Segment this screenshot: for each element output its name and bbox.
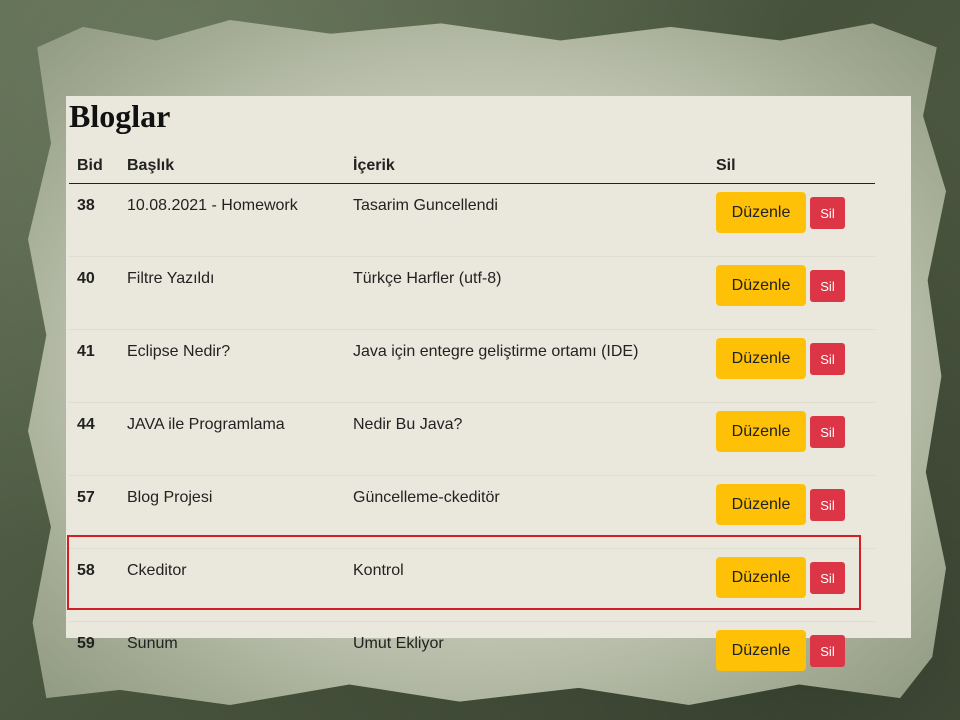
edit-button[interactable]: Düzenle bbox=[716, 265, 806, 306]
row-actions: Düzenle Sil bbox=[708, 622, 875, 695]
row-actions: Düzenle Sil bbox=[708, 548, 875, 622]
row-content: Güncelleme-ckeditör bbox=[345, 475, 708, 549]
table-row: 44 JAVA ile Programlama Nedir Bu Java? Düze… bbox=[69, 402, 875, 476]
table-row: 57 Blog Projesi Güncelleme-ckeditör Düzenle… bbox=[69, 475, 875, 549]
table-row: 59 Sunum Umut Ekliyor Düzenle Sil bbox=[69, 622, 875, 695]
row-bid: 57 bbox=[69, 475, 119, 549]
blog-list-panel: Bloglar Bid Başlık İçerik Sil 38 10.08.20… bbox=[66, 96, 911, 671]
header-content: İçerik bbox=[345, 148, 708, 184]
row-content: Umut Ekliyor bbox=[353, 635, 444, 652]
row-bid: 58 bbox=[69, 548, 119, 622]
table-row: 58 Ckeditor Kontrol Düzenle Sil bbox=[69, 548, 875, 622]
row-bid: 40 bbox=[69, 256, 119, 330]
row-actions: Düzenle Sil bbox=[708, 329, 875, 403]
table-row: 41 Eclipse Nedir? Java için entegre gelişt… bbox=[69, 329, 875, 403]
table-header-row: Bid Başlık İçerik Sil bbox=[69, 148, 875, 184]
row-content: Kontrol bbox=[345, 548, 708, 622]
delete-button[interactable]: Sil bbox=[810, 342, 845, 375]
row-actions: Düzenle Sil bbox=[708, 402, 875, 476]
row-content: Türkçe Harfler (utf-8) bbox=[345, 256, 708, 330]
row-actions: Düzenle Sil bbox=[708, 475, 875, 549]
page-title: Bloglar bbox=[69, 98, 171, 134]
header-title: Başlık bbox=[119, 148, 345, 184]
edit-button[interactable]: Düzenle bbox=[716, 192, 806, 233]
row-title: Ckeditor bbox=[119, 548, 345, 622]
edit-button[interactable]: Düzenle bbox=[716, 557, 806, 598]
row-content: Nedir Bu Java? bbox=[345, 402, 708, 476]
row-bid: 59 bbox=[77, 635, 95, 652]
row-title: 10.08.2021 - Homework bbox=[119, 183, 345, 257]
blog-table-body: 38 10.08.2021 - Homework Tasarim Guncellen… bbox=[69, 183, 875, 695]
table-row: 38 10.08.2021 - Homework Tasarim Guncellen… bbox=[69, 183, 875, 257]
row-title: Sunum bbox=[127, 635, 178, 652]
row-bid: 44 bbox=[69, 402, 119, 476]
header-bid: Bid bbox=[69, 148, 119, 184]
edit-button[interactable]: Düzenle bbox=[716, 630, 806, 671]
delete-button[interactable]: Sil bbox=[810, 415, 845, 448]
row-bid: 41 bbox=[69, 329, 119, 403]
edit-button[interactable]: Düzenle bbox=[716, 411, 806, 452]
row-actions: Düzenle Sil bbox=[708, 256, 875, 330]
blog-table: Bid Başlık İçerik Sil 38 10.08.2021 - Hom… bbox=[69, 148, 875, 694]
delete-button[interactable]: Sil bbox=[810, 488, 845, 521]
row-actions: Düzenle Sil bbox=[708, 183, 875, 257]
row-title: Blog Projesi bbox=[119, 475, 345, 549]
edit-button[interactable]: Düzenle bbox=[716, 484, 806, 525]
row-content: Tasarim Guncellendi bbox=[345, 183, 708, 257]
header-delete: Sil bbox=[708, 148, 875, 184]
delete-button[interactable]: Sil bbox=[810, 269, 845, 302]
table-row: 40 Filtre Yazıldı Türkçe Harfler (utf-8) Dü… bbox=[69, 256, 875, 330]
row-bid: 38 bbox=[69, 183, 119, 257]
row-content: Java için entegre geliştirme ortamı (IDE… bbox=[345, 329, 708, 403]
edit-button[interactable]: Düzenle bbox=[716, 338, 806, 379]
row-title: Filtre Yazıldı bbox=[119, 256, 345, 330]
delete-button[interactable]: Sil bbox=[810, 634, 845, 667]
row-title: JAVA ile Programlama bbox=[119, 402, 345, 476]
row-title: Eclipse Nedir? bbox=[119, 329, 345, 403]
delete-button[interactable]: Sil bbox=[810, 196, 845, 229]
delete-button[interactable]: Sil bbox=[810, 561, 845, 594]
